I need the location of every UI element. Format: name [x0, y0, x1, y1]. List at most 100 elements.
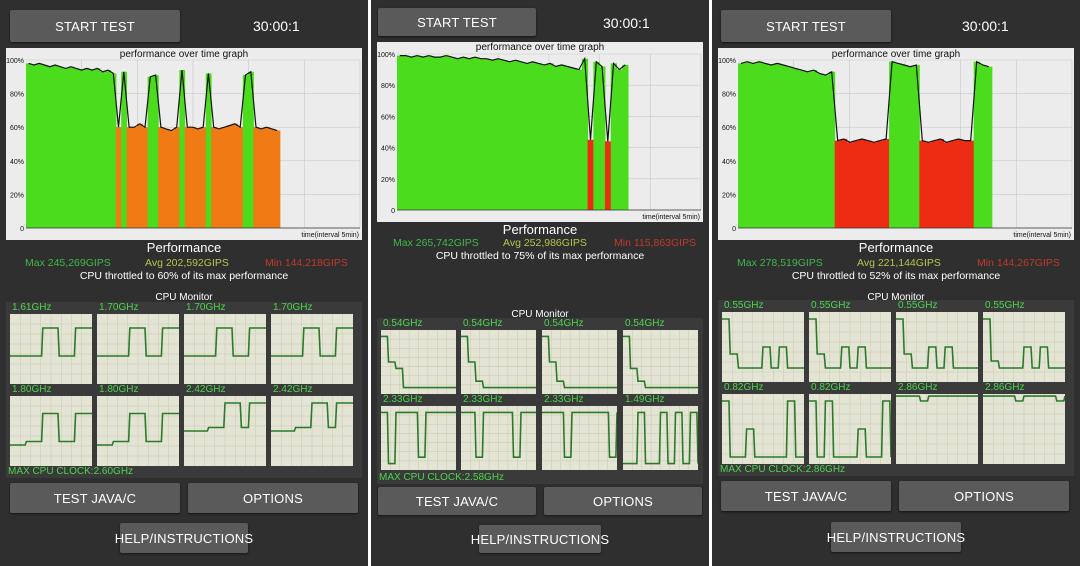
performance-bar — [877, 140, 884, 228]
core-chart — [271, 396, 353, 466]
test-java-c-button[interactable]: TEST JAVA/C — [721, 481, 891, 511]
benchmark-panel-1: START TEST 30:00:1 performance over time… — [0, 0, 368, 566]
cpu-monitor: 1.61GHz 1.70GHz 1.70GHz 1.70GHz 1.80GHz … — [6, 302, 362, 478]
core-chart — [184, 396, 266, 466]
performance-title: Performance — [146, 240, 222, 255]
start-test-button[interactable]: START TEST — [378, 8, 536, 36]
test-java-c-button[interactable]: TEST JAVA/C — [378, 487, 536, 515]
performance-bar — [216, 128, 223, 228]
performance-bar — [78, 70, 85, 228]
y-tick-label: 60% — [381, 114, 395, 121]
cpu-monitor: 0.55GHz 0.55GHz 0.55GHz 0.55GHz 0.82GHz … — [718, 300, 1074, 476]
performance-bar — [616, 69, 623, 210]
performance-bar — [852, 140, 860, 228]
core-chart — [381, 330, 456, 394]
performance-bar — [269, 128, 276, 228]
core-frequency: 0.55GHz — [985, 300, 1025, 311]
help-instructions-button[interactable]: HELP/INSTRUCTIONS — [827, 522, 965, 552]
performance-bar — [443, 55, 450, 211]
core-frequency: 0.54GHz — [544, 318, 584, 329]
core-frequency: 1.80GHz — [12, 384, 52, 395]
core-chart — [542, 406, 617, 470]
performance-bar — [967, 140, 975, 228]
core-frequency: 1.70GHz — [99, 302, 139, 313]
performance-bar — [100, 71, 106, 228]
options-button[interactable]: OPTIONS — [544, 487, 702, 515]
x-axis-label: time(interval 5min) — [1013, 232, 1071, 239]
performance-bar — [131, 127, 138, 228]
performance-bar — [864, 140, 872, 228]
performance-bar — [89, 70, 96, 228]
performance-graph: performance over time graph 100% 80% 60% 40… — [718, 48, 1074, 240]
performance-bar — [226, 125, 233, 228]
performance-bar — [955, 138, 963, 228]
core-chart — [381, 406, 456, 470]
max-cpu-clock: MAX CPU CLOCK:2.86GHz — [720, 464, 846, 475]
performance-bar — [816, 73, 824, 228]
performance-bar — [750, 63, 757, 228]
y-tick-label: 40% — [10, 159, 24, 166]
performance-bar — [907, 66, 914, 228]
options-button[interactable]: OPTIONS — [188, 483, 358, 513]
performance-bar — [495, 58, 502, 211]
performance-graph: performance over time graph 100% 80% 60% 40… — [377, 42, 703, 222]
performance-bar — [500, 60, 508, 211]
performance-bar — [901, 65, 908, 228]
y-tick-label: 0 — [20, 226, 24, 233]
performance-bar — [47, 66, 53, 228]
performance-bar — [477, 58, 485, 211]
performance-bar — [211, 127, 217, 228]
performance-bar — [738, 63, 745, 228]
options-button[interactable]: OPTIONS — [899, 481, 1069, 511]
performance-bar — [541, 64, 548, 210]
performance-bar — [756, 61, 763, 229]
core-chart — [623, 406, 698, 470]
performance-bar — [402, 55, 410, 211]
core-frequency: 1.70GHz — [273, 302, 313, 313]
y-tick-label: 20% — [381, 177, 395, 184]
performance-bar — [846, 142, 854, 228]
test-java-c-button[interactable]: TEST JAVA/C — [10, 483, 180, 513]
performance-bar — [274, 130, 281, 228]
performance-bar — [786, 66, 793, 228]
performance-bar — [834, 140, 842, 228]
help-instructions-button[interactable]: HELP/INSTRUCTIONS — [471, 525, 609, 553]
core-frequency: 2.86GHz — [898, 382, 938, 393]
y-tick-label: 40% — [722, 159, 736, 166]
performance-bar — [919, 140, 926, 228]
core-frequency: 2.33GHz — [463, 394, 503, 405]
x-axis-label: time(interval 5min) — [301, 232, 359, 239]
performance-bar — [84, 68, 90, 229]
core-chart — [461, 406, 536, 470]
start-test-button[interactable]: START TEST — [721, 10, 891, 42]
start-test-button[interactable]: START TEST — [10, 10, 180, 42]
throttle-text: CPU throttled to 60% of its max performa… — [79, 270, 289, 282]
test-timer: 30:00:1 — [603, 15, 650, 31]
max-cpu-clock: MAX CPU CLOCK:2.60GHz — [8, 466, 134, 477]
performance-bar — [454, 58, 462, 211]
performance-bar — [744, 61, 751, 229]
max-gips: Max 245,269GIPS — [25, 257, 111, 269]
performance-title: Performance — [858, 240, 934, 255]
performance-chart: 100%80%60%40%20%0time(interval 5min) — [718, 58, 1073, 239]
core-frequency: 1.61GHz — [12, 302, 52, 313]
core-frequency: 0.54GHz — [383, 318, 423, 329]
performance-bar — [425, 55, 433, 211]
test-timer: 30:00:1 — [962, 18, 1009, 34]
help-instructions-button[interactable]: HELP/INSTRUCTIONS — [115, 523, 253, 553]
core-chart — [809, 312, 891, 382]
min-gips: Min 115,863GIPS — [614, 237, 697, 249]
performance-title: Performance — [502, 222, 578, 237]
performance-bar — [168, 130, 175, 228]
graph-title: performance over time graph — [119, 49, 249, 60]
y-tick-label: 80% — [722, 92, 736, 99]
performance-bar — [174, 127, 180, 228]
core-frequency: 0.54GHz — [625, 318, 665, 329]
performance-bar — [985, 66, 993, 228]
performance-bar — [547, 63, 554, 210]
performance-bar — [870, 142, 878, 228]
core-chart — [722, 394, 804, 464]
cpu-monitor: 0.54GHz 0.54GHz 0.54GHz 0.54GHz 2.33GHz … — [377, 318, 703, 484]
performance-bar — [63, 68, 69, 229]
performance-bar — [780, 65, 787, 228]
